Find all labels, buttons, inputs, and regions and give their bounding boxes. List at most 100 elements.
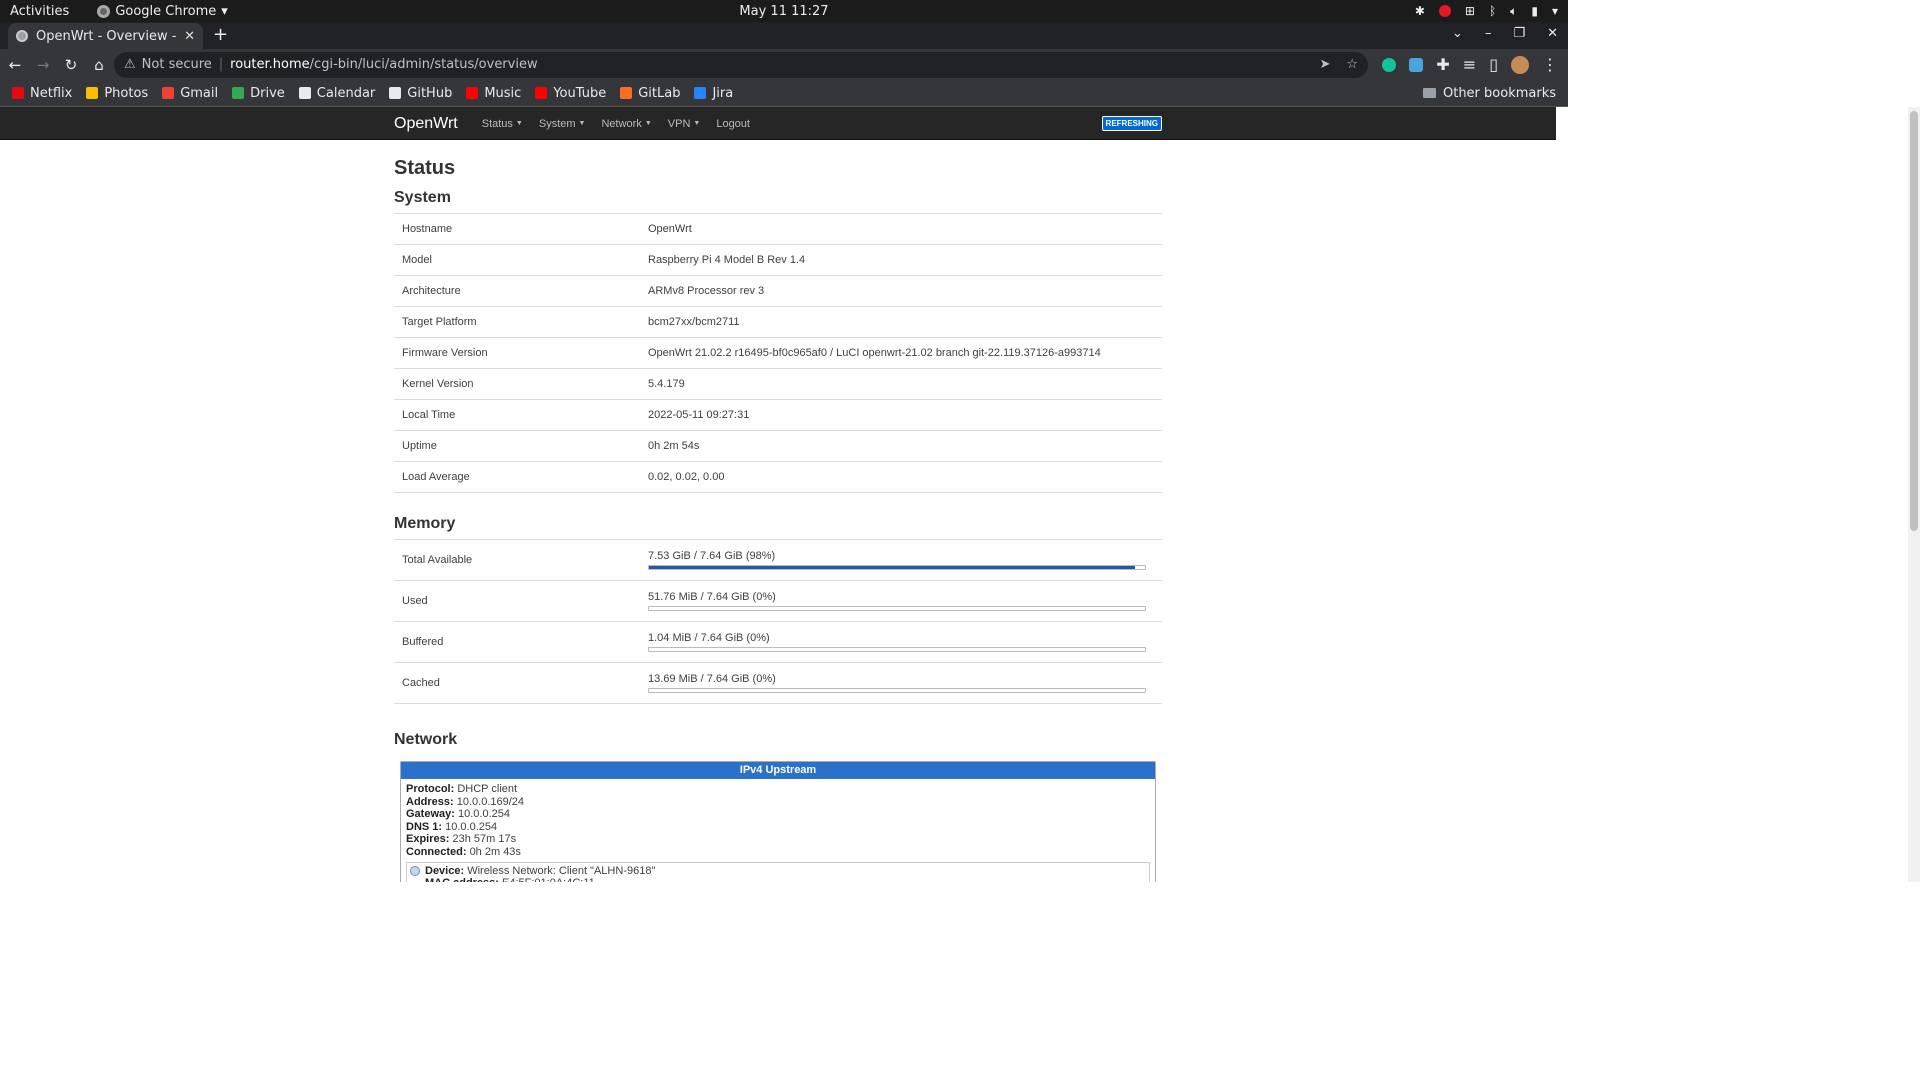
- close-tab-icon[interactable]: ✕: [184, 29, 195, 44]
- refreshing-badge[interactable]: REFRESHING: [1101, 116, 1162, 131]
- chrome-icon: [97, 4, 111, 18]
- bookmark-gitlab[interactable]: GitLab: [620, 86, 680, 101]
- row-label: Load Average: [402, 471, 470, 483]
- bookmark-netflix[interactable]: Netflix: [12, 86, 72, 101]
- bookmarks-bar: Netflix Photos Gmail Drive Calendar GitHub Mus…: [0, 80, 1568, 107]
- media-queue-icon[interactable]: ≡: [1463, 55, 1476, 74]
- profile-avatar[interactable]: [1511, 55, 1529, 74]
- progress-label: 13.69 MiB / 7.64 GiB (0%): [648, 673, 776, 685]
- tab-search-icon[interactable]: ⌄: [1452, 26, 1463, 41]
- new-tab-button[interactable]: +: [213, 24, 228, 45]
- bookmark-calendar[interactable]: Calendar: [298, 86, 375, 101]
- security-label[interactable]: Not secure: [142, 57, 212, 72]
- power-menu-icon[interactable]: ▾: [1552, 4, 1558, 18]
- app-menu[interactable]: Google Chrome ▾: [97, 4, 228, 19]
- caret-down-icon: ▾: [221, 3, 228, 19]
- menu-system[interactable]: System ▼: [539, 118, 586, 130]
- menu-network[interactable]: Network ▼: [601, 118, 651, 130]
- row-value: bcm27xx/bcm2711: [648, 316, 740, 328]
- other-bookmarks[interactable]: Other bookmarks: [1422, 86, 1556, 101]
- clock[interactable]: May 11 11:27: [739, 4, 828, 19]
- menu-status[interactable]: Status ▼: [482, 118, 523, 130]
- grammarly-icon[interactable]: [1382, 57, 1397, 72]
- table-row: Kernel Version 5.4.179: [394, 369, 1162, 400]
- send-to-device-icon[interactable]: ➤: [1319, 57, 1330, 72]
- network-field: DNS 1: 10.0.0.254: [406, 821, 1150, 834]
- ipv4-upstream-details: Protocol: DHCP client Address: 10.0.0.169…: [401, 779, 1155, 882]
- bookmark-gmail[interactable]: Gmail: [162, 86, 218, 101]
- bookmark-music[interactable]: Music: [466, 86, 521, 101]
- field-key: Gateway:: [406, 808, 455, 821]
- tab-openwrt-overview[interactable]: OpenWrt - Overview - LuC ✕: [8, 23, 203, 49]
- progress-fill: [649, 566, 1136, 569]
- table-row: Architecture ARMv8 Processor rev 3: [394, 276, 1162, 307]
- jira-icon: [694, 87, 707, 99]
- row-label: Hostname: [402, 223, 453, 235]
- bookmark-drive[interactable]: Drive: [232, 86, 285, 101]
- row-label: Target Platform: [402, 316, 477, 328]
- table-row: Firmware Version OpenWrt 21.02.2 r16495-b…: [394, 338, 1162, 369]
- battery-icon[interactable]: ▮: [1531, 4, 1538, 18]
- slack-icon[interactable]: ✱: [1415, 4, 1425, 18]
- calendar-icon: [298, 87, 311, 99]
- row-label: Uptime: [402, 440, 437, 452]
- bookmark-jira[interactable]: Jira: [694, 86, 733, 101]
- bookmark-label: Photos: [104, 85, 149, 101]
- maximize-icon[interactable]: ❐: [1513, 26, 1525, 41]
- row-label: Architecture: [402, 285, 461, 297]
- folder-icon: [1422, 88, 1436, 98]
- address-separator: |: [218, 57, 224, 72]
- address-bar[interactable]: ⚠ Not secure | router.home /cgi-bin/luci…: [114, 51, 1368, 78]
- menu-vpn[interactable]: VPN ▼: [668, 118, 701, 130]
- reload-icon[interactable]: ↻: [64, 56, 78, 74]
- system-top-bar: Activities Google Chrome ▾ May 11 11:27 …: [0, 0, 1568, 22]
- table-row: Used 51.76 MiB / 7.64 GiB (0%): [394, 581, 1162, 622]
- volume-icon[interactable]: 🔈︎: [1510, 4, 1517, 19]
- side-panel-icon[interactable]: ▯: [1489, 55, 1498, 74]
- page-scrollbar[interactable]: [1908, 107, 1920, 882]
- network-heading: Network: [394, 731, 458, 748]
- close-window-icon[interactable]: ✕: [1547, 26, 1558, 41]
- scrollbar-thumb[interactable]: [1910, 111, 1918, 531]
- wireless-globe-icon: [410, 865, 420, 876]
- row-value: ARMv8 Processor rev 3: [648, 285, 765, 297]
- table-row: Target Platform bcm27xx/bcm2711: [394, 307, 1162, 338]
- brand-link[interactable]: OpenWrt: [394, 115, 458, 133]
- extension-icon[interactable]: [1409, 57, 1424, 72]
- tab-title: OpenWrt - Overview - LuC: [36, 28, 177, 44]
- system-tray[interactable]: ✱ ⊞ ᛒ 🔈︎ ▮ ▾: [1415, 4, 1558, 19]
- puzzle-icon[interactable]: ✚: [1436, 55, 1449, 74]
- kebab-menu-icon[interactable]: ⋮: [1542, 55, 1558, 74]
- row-value: 5.4.179: [648, 378, 685, 390]
- caret-down-icon: ▼: [515, 119, 523, 127]
- menu-logout[interactable]: Logout: [716, 118, 750, 130]
- warning-icon[interactable]: ⚠: [124, 57, 136, 72]
- activities-button[interactable]: Activities: [0, 4, 79, 19]
- bookmark-star-icon[interactable]: ☆: [1346, 57, 1358, 72]
- app-menu-label: Google Chrome: [115, 3, 217, 19]
- mac-key: MAC address:: [425, 877, 499, 882]
- ipv4-upstream-box: IPv4 Upstream Protocol: DHCP client Addre…: [400, 761, 1156, 882]
- device-key: Device:: [425, 864, 465, 877]
- row-value: OpenWrt 21.02.2 r16495-bf0c965af0 / LuCI…: [648, 347, 1101, 359]
- network-field: Protocol: DHCP client: [406, 783, 1150, 796]
- back-icon[interactable]: ←: [8, 56, 22, 74]
- network-field: Connected: 0h 2m 43s: [406, 846, 1150, 859]
- caret-down-icon: ▼: [578, 119, 586, 127]
- bookmark-github[interactable]: GitHub: [389, 86, 452, 101]
- bookmark-label: YouTube: [553, 85, 607, 101]
- forward-icon[interactable]: →: [36, 56, 50, 74]
- row-label: Local Time: [402, 409, 456, 421]
- bookmark-photos[interactable]: Photos: [86, 86, 148, 101]
- bookmark-label: GitLab: [638, 85, 681, 101]
- network-icon[interactable]: ⊞: [1465, 4, 1475, 18]
- row-label: Buffered: [402, 636, 444, 648]
- bookmark-label: Netflix: [30, 85, 73, 101]
- bookmark-youtube[interactable]: YouTube: [535, 86, 606, 101]
- progress-bar: [648, 565, 1146, 570]
- minimize-icon[interactable]: –: [1485, 26, 1492, 41]
- do-not-disturb-icon[interactable]: [1438, 5, 1451, 17]
- home-icon[interactable]: ⌂: [92, 56, 106, 74]
- bluetooth-icon[interactable]: ᛒ: [1489, 4, 1496, 18]
- memory-progress: 51.76 MiB / 7.64 GiB (0%): [648, 591, 1146, 611]
